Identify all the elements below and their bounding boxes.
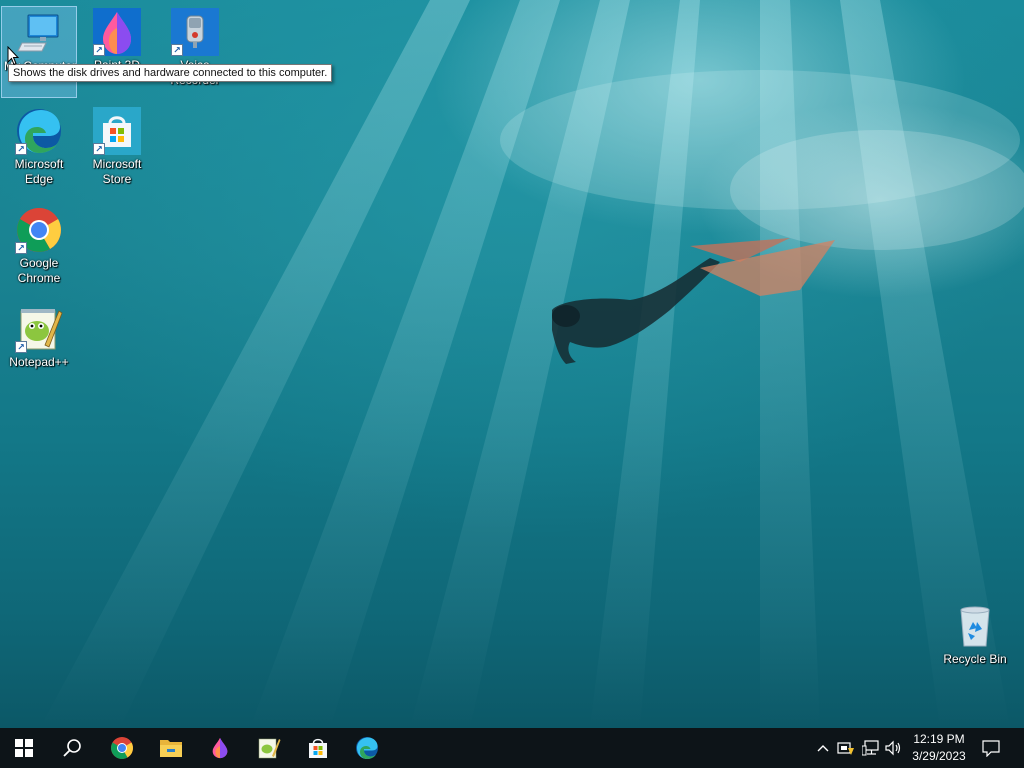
- shortcut-arrow-icon: ↗: [93, 143, 105, 155]
- search-button[interactable]: [48, 728, 96, 768]
- tray-security-button[interactable]: [836, 738, 856, 758]
- shortcut-arrow-icon: ↗: [171, 44, 183, 56]
- chevron-up-icon: [817, 745, 829, 752]
- search-icon: [63, 739, 81, 757]
- notepadpp-icon: [258, 738, 281, 759]
- clock-date: 3/29/2023: [912, 749, 966, 763]
- taskbar-edge-button[interactable]: [343, 728, 391, 768]
- chrome-icon: ↗: [15, 206, 63, 254]
- desktop-icon-edge[interactable]: ↗ Microsoft Edge: [1, 105, 77, 197]
- desktop-icon-recycle-bin[interactable]: Recycle Bin: [937, 600, 1013, 692]
- desktop-icon-chrome[interactable]: ↗ Google Chrome: [1, 204, 77, 296]
- shortcut-arrow-icon: ↗: [15, 143, 27, 155]
- desktop-icon-paint3d[interactable]: ↗ Paint 3D: [79, 6, 155, 98]
- desktop-icon-voice-recorder[interactable]: ↗ Voice Recorder: [157, 6, 233, 98]
- desktop-icon-label: Microsoft Store: [92, 157, 142, 186]
- clock-time: 12:19 PM: [913, 732, 965, 746]
- desktop-icon-label: Google Chrome: [17, 256, 61, 285]
- taskbar-clock[interactable]: 12:19 PM 3/29/2023: [906, 731, 972, 765]
- mouse-cursor-icon: [7, 46, 19, 66]
- desktop-icon-label: Recycle Bin: [943, 652, 1007, 666]
- start-button[interactable]: [0, 728, 48, 768]
- taskbar-store-button[interactable]: [294, 728, 342, 768]
- edge-icon: [356, 737, 378, 759]
- desktop[interactable]: My Computer ↗ Paint 3D ↗ Voice: [0, 0, 1024, 728]
- tooltip: Shows the disk drives and hardware conne…: [8, 64, 333, 82]
- speaker-icon: [885, 740, 901, 756]
- store-icon: ↗: [93, 107, 141, 155]
- taskbar-chrome-button[interactable]: [98, 728, 146, 768]
- computer-icon: [16, 9, 64, 57]
- tray-volume-button[interactable]: [884, 738, 904, 758]
- desktop-icon-label: Notepad++: [9, 355, 69, 369]
- edge-icon: ↗: [15, 107, 63, 155]
- desktop-icon-store[interactable]: ↗ Microsoft Store: [79, 105, 155, 197]
- paint3d-icon: ↗: [93, 8, 141, 56]
- desktop-icon-notepadpp[interactable]: ↗ Notepad++: [1, 303, 77, 395]
- recycle-bin-icon: [951, 602, 999, 650]
- taskbar-file-explorer-button[interactable]: [147, 728, 195, 768]
- shortcut-arrow-icon: ↗: [15, 341, 27, 353]
- show-hidden-icons-button[interactable]: [813, 738, 833, 758]
- voice-recorder-icon: ↗: [171, 8, 219, 56]
- shortcut-arrow-icon: ↗: [15, 242, 27, 254]
- windows-start-icon: [15, 739, 33, 757]
- tray-network-button[interactable]: [861, 738, 881, 758]
- network-icon: [862, 740, 879, 756]
- taskbar: 12:19 PM 3/29/2023: [0, 728, 1024, 768]
- paint3d-icon: [212, 737, 228, 759]
- shortcut-arrow-icon: ↗: [93, 44, 105, 56]
- store-icon: [309, 738, 327, 758]
- notepadpp-icon: ↗: [15, 305, 63, 353]
- desktop-icon-label: Microsoft Edge: [14, 157, 64, 186]
- taskbar-paint3d-button[interactable]: [196, 728, 244, 768]
- chrome-icon: [111, 737, 133, 759]
- file-explorer-icon: [160, 740, 182, 757]
- taskbar-notepadpp-button[interactable]: [245, 728, 293, 768]
- security-warning-icon: [837, 742, 854, 755]
- action-center-button[interactable]: [981, 738, 1001, 758]
- notification-icon: [982, 739, 1000, 757]
